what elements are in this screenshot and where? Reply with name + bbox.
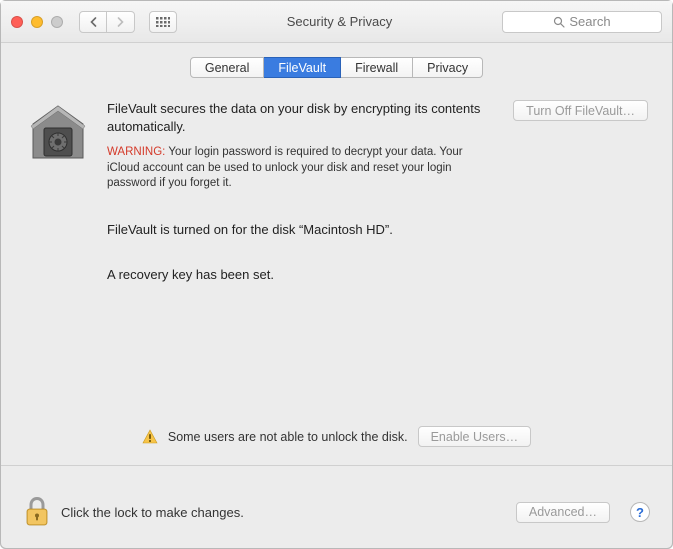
preferences-window: Security & Privacy Search General FileVa… xyxy=(0,0,673,549)
search-input[interactable]: Search xyxy=(502,11,662,33)
help-button[interactable]: ? xyxy=(630,502,650,522)
minimize-window-icon[interactable] xyxy=(31,16,43,28)
footer: Click the lock to make changes. Advanced… xyxy=(1,476,672,548)
filevault-icon xyxy=(25,100,91,166)
enable-users-button: Enable Users… xyxy=(418,426,532,447)
lock-icon[interactable] xyxy=(23,495,51,529)
enable-users-row: Some users are not able to unlock the di… xyxy=(25,426,648,447)
divider xyxy=(1,465,672,466)
show-all-button[interactable] xyxy=(149,11,177,33)
filevault-status: FileVault is turned on for the disk “Mac… xyxy=(107,222,648,237)
zoom-window-icon xyxy=(51,16,63,28)
close-window-icon[interactable] xyxy=(11,16,23,28)
turn-off-filevault-button: Turn Off FileVault… xyxy=(513,100,648,121)
search-icon xyxy=(553,16,565,28)
titlebar: Security & Privacy Search xyxy=(1,1,672,43)
filevault-warning: WARNING: Your login password is required… xyxy=(107,145,497,192)
tab-general[interactable]: General xyxy=(190,57,264,78)
tab-filevault[interactable]: FileVault xyxy=(264,57,341,78)
filevault-panel: FileVault secures the data on your disk … xyxy=(1,84,672,476)
back-button[interactable] xyxy=(79,11,107,33)
window-controls xyxy=(11,16,63,28)
tabs-container: General FileVault Firewall Privacy xyxy=(1,43,672,84)
tab-firewall[interactable]: Firewall xyxy=(341,57,413,78)
advanced-button: Advanced… xyxy=(516,502,610,523)
tab-privacy[interactable]: Privacy xyxy=(413,57,483,78)
enable-users-message: Some users are not able to unlock the di… xyxy=(168,430,408,444)
lock-message: Click the lock to make changes. xyxy=(61,505,506,520)
nav-buttons xyxy=(79,11,135,33)
forward-button xyxy=(107,11,135,33)
warning-icon xyxy=(142,429,158,445)
search-placeholder: Search xyxy=(569,14,610,29)
recovery-key-status: A recovery key has been set. xyxy=(107,267,648,282)
filevault-intro: FileVault secures the data on your disk … xyxy=(107,100,497,135)
warning-label: WARNING: xyxy=(107,146,165,158)
window-title: Security & Privacy xyxy=(185,14,494,29)
